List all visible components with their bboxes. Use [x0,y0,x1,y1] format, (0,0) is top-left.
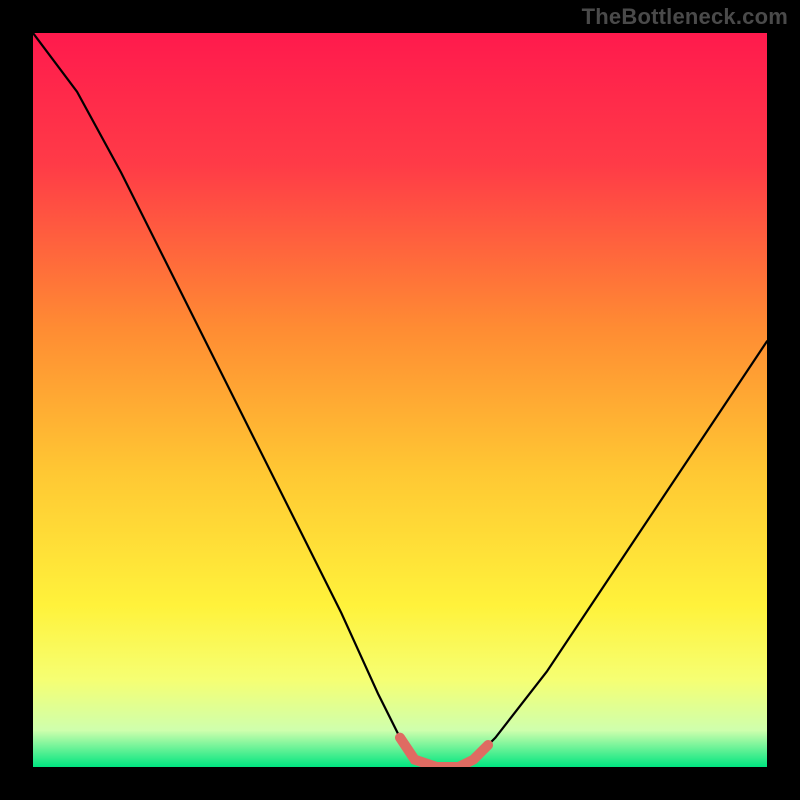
bottleneck-curve-path [33,33,767,767]
curve-layer [33,33,767,767]
plot-area [33,33,767,767]
watermark-text: TheBottleneck.com [582,4,788,30]
chart-frame: TheBottleneck.com [0,0,800,800]
highlight-flat-segment [400,738,488,767]
